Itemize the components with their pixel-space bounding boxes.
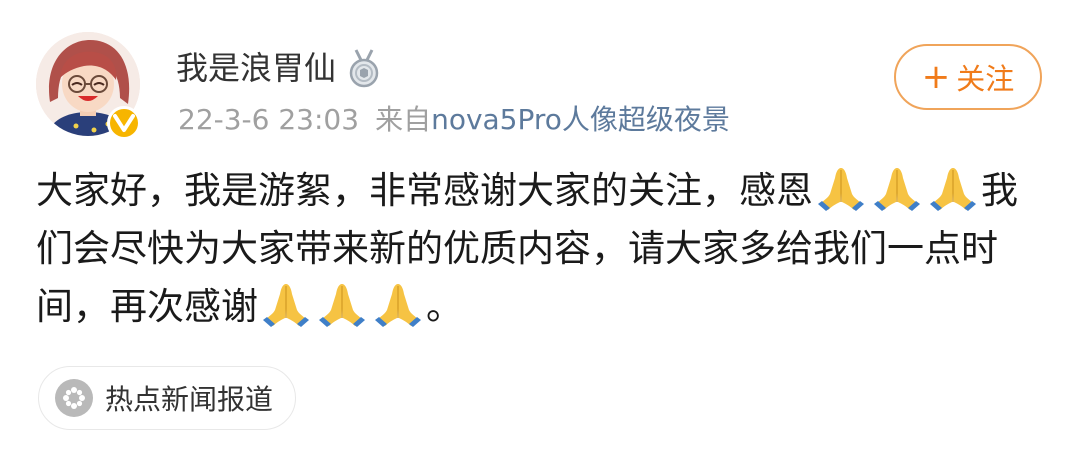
folded-hands-emoji-icon xyxy=(816,164,866,212)
follow-button[interactable]: + 关注 xyxy=(894,44,1042,110)
folded-hands-emoji-icon xyxy=(373,280,423,328)
post-content: 大家好，我是游絮，非常感谢大家的关注，感恩 我们会尽快为大家带来新的优质内容，请大… xyxy=(36,162,1046,336)
folded-hands-emoji-icon xyxy=(928,164,978,212)
post-text-1: 大家好，我是游絮，非常感谢大家的关注，感恩 xyxy=(36,169,813,212)
username[interactable]: 我是浪胃仙 xyxy=(176,46,336,90)
folded-hands-emoji-icon xyxy=(317,280,367,328)
folded-hands-emoji-icon xyxy=(872,164,922,212)
post-meta: 22-3-6 23:03 来自nova5Pro人像超级夜景 xyxy=(178,100,730,140)
silver-medal-icon xyxy=(346,48,382,88)
plus-icon: + xyxy=(921,57,951,97)
folded-hands-emoji-icon xyxy=(261,280,311,328)
verified-badge xyxy=(107,106,141,140)
post-timestamp: 22-3-6 23:03 xyxy=(178,103,360,136)
verified-v-icon xyxy=(113,114,135,132)
post-source-link[interactable]: nova5Pro人像超级夜景 xyxy=(431,103,730,136)
topic-tag[interactable]: 热点新闻报道 xyxy=(38,366,297,430)
weibo-post-card: 我是浪胃仙 22-3-6 23:03 来自nova5Pro人像超级夜景 + 关注 … xyxy=(0,0,1080,458)
source-prefix: 来自 xyxy=(375,103,432,136)
username-row: 我是浪胃仙 xyxy=(176,46,382,90)
hot-news-icon xyxy=(55,379,93,417)
follow-button-label: 关注 xyxy=(956,62,1015,96)
topic-label: 热点新闻报道 xyxy=(105,383,274,416)
post-text-3: 。 xyxy=(426,285,463,328)
